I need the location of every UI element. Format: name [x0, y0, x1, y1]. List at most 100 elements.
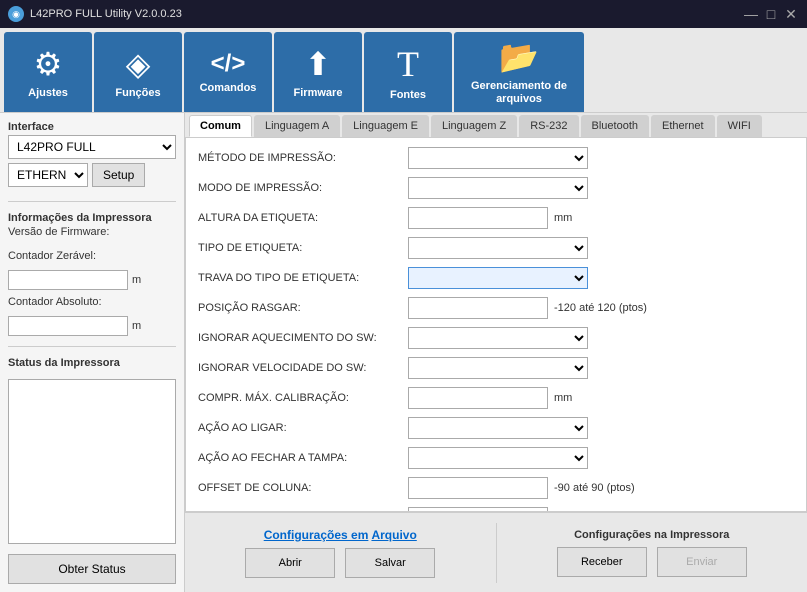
file-config-link[interactable]: Arquivo: [371, 528, 416, 542]
counter-zero-unit: m: [132, 274, 141, 286]
tab-rs232[interactable]: RS-232: [519, 115, 578, 137]
main-layout: Interface L42PRO FULL ETHERNET Setup Inf…: [0, 113, 807, 592]
form-row-ignorar-velocidade: IGNORAR VELOCIDADE DO SW:: [198, 356, 794, 380]
setup-button[interactable]: Setup: [92, 163, 145, 187]
app-title: L42PRO FULL Utility V2.0.0.23: [30, 8, 182, 20]
funcoes-icon: ◈: [126, 45, 151, 83]
toolbar-fontes[interactable]: T Fontes: [364, 32, 452, 112]
modo-label: MODO DE IMPRESSÃO:: [198, 182, 408, 194]
acao-fechar-select[interactable]: [408, 447, 588, 469]
form-row-trava: TRAVA DO TIPO DE ETIQUETA:: [198, 266, 794, 290]
port-select[interactable]: ETHERNET: [8, 163, 88, 187]
ignorar-velocidade-select[interactable]: [408, 357, 588, 379]
ignorar-aquecimento-select[interactable]: [408, 327, 588, 349]
compr-max-input[interactable]: [408, 387, 548, 409]
toolbar-firmware[interactable]: ⬆ Firmware: [274, 32, 362, 112]
toolbar-funcoes[interactable]: ◈ Funções: [94, 32, 182, 112]
receive-button[interactable]: Receber: [557, 547, 647, 577]
counter-absolute-row: m: [8, 316, 176, 336]
modo-control: [408, 177, 588, 199]
printer-config-title: Configurações na Impressora: [574, 529, 729, 541]
acao-ligar-select[interactable]: [408, 417, 588, 439]
form-row-ignorar-aquecimento: IGNORAR AQUECIMENTO DO SW:: [198, 326, 794, 350]
firmware-version-label: Versão de Firmware:: [8, 226, 176, 238]
interface-title: Interface: [8, 121, 176, 133]
posicao-range: -120 até 120 (ptos): [554, 302, 647, 314]
counter-absolute-input[interactable]: [8, 316, 128, 336]
content-area: Comum Linguagem A Linguagem E Linguagem …: [185, 113, 807, 592]
counter-zero-row: m: [8, 270, 176, 290]
acao-fechar-label: AÇÃO AO FECHAR A TAMPA:: [198, 452, 408, 464]
counter-absolute-unit: m: [132, 320, 141, 332]
gerenciamento-label: Gerenciamento de arquivos: [455, 80, 583, 106]
form-row-offset-coluna: OFFSET DE COLUNA: -90 até 90 (ptos): [198, 476, 794, 500]
funcoes-label: Funções: [115, 87, 160, 99]
form-row-posicao: POSIÇÃO RASGAR: -120 até 120 (ptos): [198, 296, 794, 320]
firmware-icon: ⬆: [305, 45, 332, 83]
fontes-icon: T: [397, 43, 419, 85]
file-config-title: Configurações em Arquivo: [264, 528, 417, 542]
titlebar: ◉ L42PRO FULL Utility V2.0.0.23 — □ ✕: [0, 0, 807, 28]
tipo-select[interactable]: [408, 237, 588, 259]
offset-coluna-label: OFFSET DE COLUNA:: [198, 482, 408, 494]
metodo-label: MÉTODO DE IMPRESSÃO:: [198, 152, 408, 164]
counter-zero-label: Contador Zerável:: [8, 250, 176, 262]
close-button[interactable]: ✕: [783, 6, 799, 22]
tab-bar: Comum Linguagem A Linguagem E Linguagem …: [185, 113, 807, 138]
tab-linguagem-z[interactable]: Linguagem Z: [431, 115, 517, 137]
toolbar-comandos[interactable]: </> Comandos: [184, 32, 272, 112]
tab-ethernet[interactable]: Ethernet: [651, 115, 715, 137]
toolbar-ajustes[interactable]: ⚙ Ajustes: [4, 32, 92, 112]
metodo-control: [408, 147, 588, 169]
firmware-label: Firmware: [294, 87, 343, 99]
interface-select[interactable]: L42PRO FULL: [8, 135, 176, 159]
printer-status-title: Status da Impressora: [8, 357, 176, 369]
save-button[interactable]: Salvar: [345, 548, 435, 578]
tab-linguagem-e[interactable]: Linguagem E: [342, 115, 429, 137]
ajustes-label: Ajustes: [28, 87, 68, 99]
tipo-control: [408, 237, 588, 259]
trava-select[interactable]: [408, 267, 588, 289]
sidebar-divider-1: [8, 201, 176, 202]
form-row-acao-fechar: AÇÃO AO FECHAR A TAMPA:: [198, 446, 794, 470]
ignorar-aquecimento-label: IGNORAR AQUECIMENTO DO SW:: [198, 332, 408, 344]
acao-fechar-control: [408, 447, 588, 469]
bottom-bar: Configurações em Arquivo Abrir Salvar Co…: [185, 512, 807, 592]
tab-comum[interactable]: Comum: [189, 115, 252, 137]
window-controls: — □ ✕: [743, 6, 799, 22]
send-button[interactable]: Enviar: [657, 547, 747, 577]
open-button[interactable]: Abrir: [245, 548, 335, 578]
counter-zero-input[interactable]: [8, 270, 128, 290]
altura-unit: mm: [554, 212, 572, 224]
acao-ligar-label: AÇÃO AO LIGAR:: [198, 422, 408, 434]
altura-input[interactable]: [408, 207, 548, 229]
posicao-label: POSIÇÃO RASGAR:: [198, 302, 408, 314]
maximize-button[interactable]: □: [763, 6, 779, 22]
tab-bluetooth[interactable]: Bluetooth: [581, 115, 649, 137]
bottom-divider: [496, 523, 497, 583]
ajustes-icon: ⚙: [34, 45, 63, 83]
printer-info-section: Informações da Impressora Versão de Firm…: [8, 212, 176, 240]
trava-control: [408, 267, 588, 289]
posicao-input[interactable]: [408, 297, 548, 319]
fontes-label: Fontes: [390, 89, 426, 101]
form-row-acao-ligar: AÇÃO AO LIGAR:: [198, 416, 794, 440]
app-icon: ◉: [8, 6, 24, 22]
ignorar-aquecimento-control: [408, 327, 588, 349]
ignorar-velocidade-control: [408, 357, 588, 379]
interface-section: Interface L42PRO FULL ETHERNET Setup: [8, 121, 176, 187]
modo-select[interactable]: [408, 177, 588, 199]
metodo-select[interactable]: [408, 147, 588, 169]
file-config-section: Configurações em Arquivo Abrir Salvar: [195, 528, 486, 578]
tab-wifi[interactable]: WIFI: [717, 115, 762, 137]
toolbar: ⚙ Ajustes ◈ Funções </> Comandos ⬆ Firmw…: [0, 28, 807, 113]
obtain-status-button[interactable]: Obter Status: [8, 554, 176, 584]
form-area: MÉTODO DE IMPRESSÃO: MODO DE IMPRESSÃO: …: [185, 138, 807, 512]
toolbar-gerenciamento[interactable]: 📂 Gerenciamento de arquivos: [454, 32, 584, 112]
offset-coluna-range: -90 até 90 (ptos): [554, 482, 635, 494]
compr-max-unit: mm: [554, 392, 572, 404]
offset-coluna-input[interactable]: [408, 477, 548, 499]
sidebar-divider-2: [8, 346, 176, 347]
tab-linguagem-a[interactable]: Linguagem A: [254, 115, 340, 137]
minimize-button[interactable]: —: [743, 6, 759, 22]
